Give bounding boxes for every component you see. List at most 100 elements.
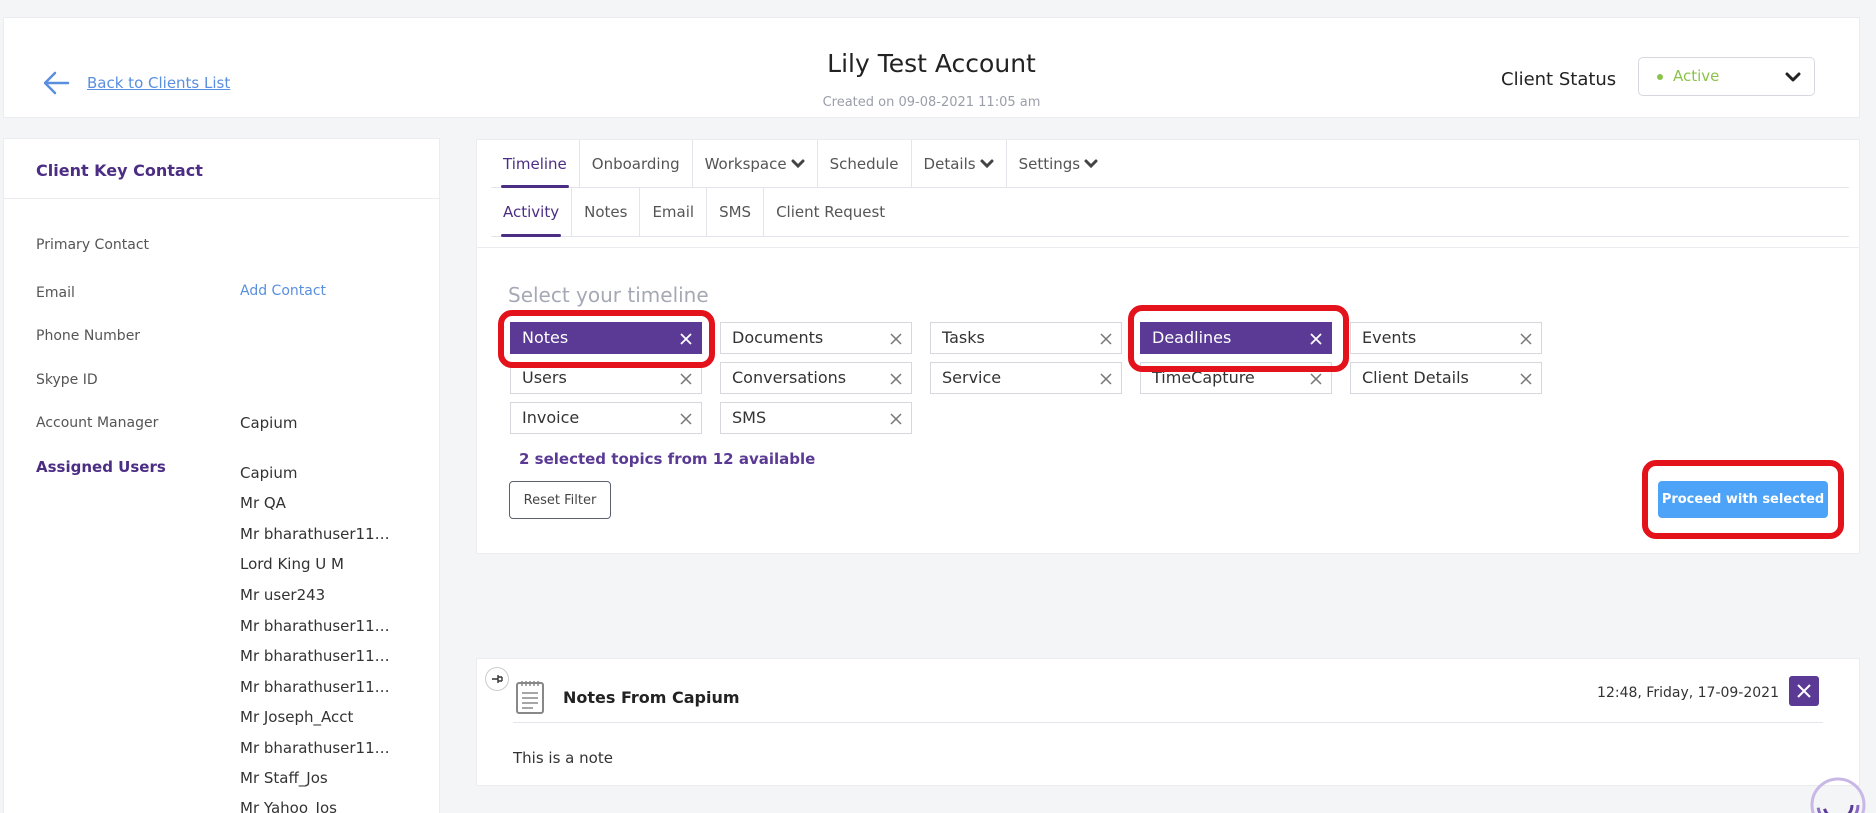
tab-timeline[interactable]: Timeline [491, 140, 580, 188]
notes-document-icon [516, 681, 544, 714]
topic-chip-documents[interactable]: Documents [720, 322, 912, 354]
close-icon[interactable] [1519, 332, 1533, 346]
email-label: Email [36, 285, 75, 301]
note-timestamp: 12:48, Friday, 17-09-2021 [1597, 685, 1779, 701]
loading-spinner-icon [1810, 777, 1866, 813]
topic-chip-sms[interactable]: SMS [720, 402, 912, 434]
tab-label: SMS [719, 203, 752, 221]
assigned-user: Mr bharathuser11… [240, 525, 390, 543]
assigned-user: Mr Staff_Jos [240, 769, 328, 787]
note-title: Notes From Capium [563, 688, 740, 707]
proceed-with-selected-button[interactable]: Proceed with selected [1658, 481, 1828, 518]
assigned-user: Mr Joseph_Acct [240, 708, 354, 726]
tab-notes[interactable]: Notes [572, 188, 641, 236]
skype-id-label: Skype ID [36, 372, 98, 388]
chip-label: SMS [732, 408, 767, 427]
close-icon[interactable] [889, 412, 903, 426]
divider [4, 198, 439, 199]
tab-label: Client Request [776, 203, 886, 221]
close-icon[interactable] [1309, 372, 1323, 386]
topic-chip-notes[interactable]: Notes [510, 322, 702, 354]
chip-label: TimeCapture [1152, 368, 1255, 387]
status-dot-icon [1657, 74, 1663, 80]
close-icon[interactable] [1519, 372, 1533, 386]
close-icon[interactable] [889, 332, 903, 346]
chip-label: Users [522, 368, 567, 387]
chip-label: Invoice [522, 408, 580, 427]
topic-chip-users[interactable]: Users [510, 362, 702, 394]
assigned-user: Mr QA [240, 494, 286, 512]
timeline-sub-tabs: Activity Notes Email SMS Client Request [491, 188, 1849, 237]
primary-contact-label: Primary Contact [36, 237, 150, 253]
topic-chip-tasks[interactable]: Tasks [930, 322, 1122, 354]
close-icon[interactable] [679, 332, 693, 346]
tab-activity[interactable]: Activity [491, 188, 573, 237]
chip-label: Documents [732, 328, 824, 347]
tab-label: Onboarding [591, 154, 680, 173]
select-timeline-title: Select your timeline [508, 283, 709, 307]
chevron-down-icon [1084, 159, 1098, 168]
tab-sms[interactable]: SMS [707, 188, 765, 236]
close-icon[interactable] [1099, 332, 1113, 346]
tab-label: Workspace [704, 154, 787, 173]
chip-label: Deadlines [1152, 328, 1232, 347]
assigned-user: Mr bharathuser11… [240, 647, 390, 665]
client-status-value: Active [1673, 67, 1720, 85]
assigned-user: Mr bharathuser11… [240, 617, 390, 635]
chevron-down-icon [791, 159, 805, 168]
topic-chip-timecapture[interactable]: TimeCapture [1140, 362, 1332, 394]
topic-chip-client-details[interactable]: Client Details [1350, 362, 1542, 394]
close-icon[interactable] [679, 412, 693, 426]
assigned-users-label: Assigned Users [36, 458, 166, 476]
chip-label: Events [1362, 328, 1417, 347]
tab-workspace[interactable]: Workspace [693, 140, 818, 187]
account-manager-label: Account Manager [36, 415, 159, 431]
close-icon[interactable] [889, 372, 903, 386]
assigned-user: Capium [240, 464, 298, 482]
assigned-user: Mr Yahoo_Jos [240, 799, 337, 813]
tab-onboarding[interactable]: Onboarding [580, 140, 693, 187]
tab-details[interactable]: Details [912, 140, 1007, 187]
chevron-down-icon [980, 159, 994, 168]
add-contact-link[interactable]: Add Contact [240, 283, 326, 299]
topic-chip-deadlines[interactable]: Deadlines [1140, 322, 1332, 354]
topic-chip-service[interactable]: Service [930, 362, 1122, 394]
divider [513, 722, 1823, 723]
selected-topics-count: 2 selected topics from 12 available [519, 450, 816, 468]
phone-number-label: Phone Number [36, 328, 141, 344]
main-tabs: Timeline Onboarding Workspace Schedule D… [491, 140, 1849, 188]
tab-label: Activity [503, 203, 560, 221]
topic-chip-conversations[interactable]: Conversations [720, 362, 912, 394]
close-icon [1797, 684, 1811, 698]
pin-icon[interactable] [485, 667, 509, 691]
assigned-user: Mr user243 [240, 586, 326, 604]
assigned-user: Lord King U M [240, 555, 344, 573]
tab-label: Timeline [503, 154, 567, 173]
client-status-label: Client Status [1501, 69, 1617, 90]
tab-email[interactable]: Email [640, 188, 708, 236]
close-icon[interactable] [1099, 372, 1113, 386]
timeline-note-card: Notes From Capium 12:48, Friday, 17-09-2… [476, 658, 1860, 786]
assigned-user: Mr bharathuser11… [240, 739, 390, 757]
panel-title: Client Key Contact [36, 161, 203, 180]
tab-label: Schedule [829, 154, 899, 173]
reset-filter-button[interactable]: Reset Filter [509, 481, 611, 519]
tab-label: Settings [1018, 154, 1081, 173]
chip-label: Client Details [1362, 368, 1469, 387]
tab-client-request[interactable]: Client Request [764, 188, 897, 236]
assigned-user: Mr bharathuser11… [240, 678, 390, 696]
delete-note-button[interactable] [1789, 676, 1819, 706]
client-status-dropdown[interactable]: Active [1638, 57, 1815, 96]
tab-schedule[interactable]: Schedule [818, 140, 912, 187]
tab-settings[interactable]: Settings [1007, 140, 1111, 187]
topic-chip-invoice[interactable]: Invoice [510, 402, 702, 434]
note-body: This is a note [513, 749, 613, 767]
tab-label: Details [923, 154, 976, 173]
topic-chip-events[interactable]: Events [1350, 322, 1542, 354]
client-header: Back to Clients List Lily Test Account C… [3, 17, 1860, 118]
chevron-down-icon [1785, 72, 1801, 82]
close-icon[interactable] [1309, 332, 1323, 346]
close-icon[interactable] [679, 372, 693, 386]
chip-label: Service [942, 368, 1002, 387]
chip-label: Tasks [942, 328, 985, 347]
